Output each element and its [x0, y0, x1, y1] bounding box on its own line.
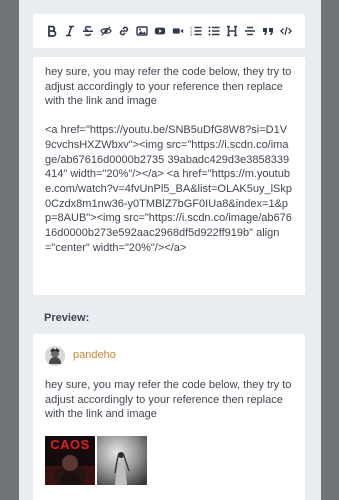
image-icon[interactable]: [136, 24, 148, 38]
preview-body-text: hey sure, you may refer the code below, …: [45, 379, 292, 421]
editor-intro-text: hey sure, you may refer the code below, …: [45, 66, 295, 108]
ordered-list-icon[interactable]: 123: [190, 24, 202, 38]
unordered-list-icon[interactable]: [208, 24, 220, 38]
link-icon[interactable]: [118, 24, 130, 38]
video-icon[interactable]: [172, 24, 184, 38]
code-icon[interactable]: [280, 24, 292, 38]
post-editor-textarea[interactable]: hey sure, you may refer the code below, …: [33, 57, 305, 295]
username-link[interactable]: pandeho: [73, 349, 116, 361]
italic-icon[interactable]: [64, 24, 76, 38]
svg-text:3: 3: [190, 33, 192, 37]
horizontal-rule-icon[interactable]: [244, 24, 256, 38]
strikethrough-icon[interactable]: [82, 24, 94, 38]
avatar[interactable]: [45, 346, 65, 366]
editor-code-text: <a href="https://youtu.be/SNB5uDfG8W8?si…: [45, 124, 293, 254]
preview-heading: Preview:: [44, 312, 90, 324]
youtube-icon[interactable]: [154, 24, 166, 38]
album-cover-title: CAOS: [50, 437, 90, 452]
album-cover-link-2[interactable]: [97, 436, 147, 485]
heading-icon[interactable]: [226, 24, 238, 38]
album-cover-link-1[interactable]: CAOS: [45, 436, 95, 485]
formatting-toolbar: 123: [33, 14, 305, 48]
quote-icon[interactable]: [262, 24, 274, 38]
preview-card: pandeho hey sure, you may refer the code…: [33, 334, 305, 500]
composer-panel: 123 hey sure, you may refer the code bel…: [19, 0, 321, 500]
spoiler-icon[interactable]: [100, 24, 112, 38]
bold-icon[interactable]: [46, 24, 58, 38]
